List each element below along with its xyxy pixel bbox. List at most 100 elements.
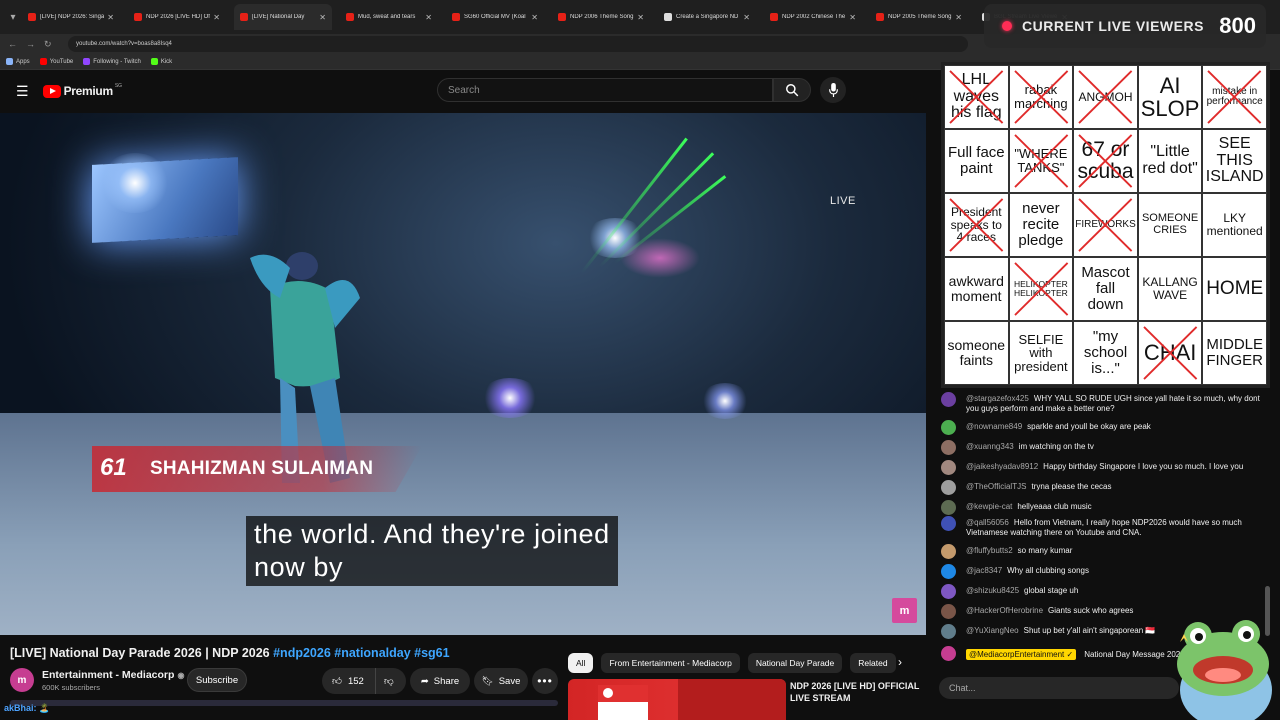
search-button[interactable] — [773, 78, 811, 102]
chat-avatar[interactable] — [941, 500, 956, 515]
pinned-avatar — [941, 646, 956, 661]
bingo-cell-text: awkward moment — [948, 273, 1004, 304]
chevron-right-icon[interactable]: › — [890, 652, 910, 672]
frog-mascot-overlay — [1177, 620, 1272, 720]
bingo-cell-text: LHL waves his flag — [950, 70, 1002, 122]
bookmark-item[interactable]: Following - Twitch — [83, 58, 141, 65]
chat-avatar[interactable] — [941, 460, 956, 475]
bookmark-label: Apps — [16, 58, 30, 65]
bookmark-icon — [150, 58, 158, 65]
close-tab-icon[interactable]: ✕ — [107, 13, 114, 22]
chat-message-text: im watching on the tv — [1018, 442, 1094, 451]
tab-title: [LIVE] National Day — [252, 14, 305, 20]
share-label: Share — [433, 675, 460, 687]
like-button[interactable]: 👍︎ 152 — [322, 668, 376, 694]
browser-tab[interactable]: NDP 2005 Theme Song ✕ — [870, 4, 968, 30]
youtube-favicon-icon — [558, 13, 566, 21]
chat-message-body: @jaikeshyadav8912 Happy birthday Singapor… — [966, 462, 1243, 475]
share-button[interactable]: ➦ Share — [410, 668, 470, 694]
bingo-cell: KALLANG WAVE — [1137, 257, 1203, 321]
thumbs-up-icon: 👍︎ — [332, 676, 342, 687]
close-tab-icon[interactable]: ✕ — [213, 13, 220, 22]
chat-author[interactable]: @shizuku8425 — [966, 586, 1019, 595]
chat-avatar[interactable] — [941, 516, 956, 531]
close-tab-icon[interactable]: ✕ — [955, 13, 962, 22]
recommendation-thumbnail[interactable] — [568, 679, 786, 720]
browser-tab[interactable]: SG60 Official MV (Koal ✕ — [446, 4, 544, 30]
back-icon[interactable]: ← — [8, 39, 26, 49]
filter-chip[interactable]: From Entertainment - Mediacorp — [601, 653, 740, 673]
subscribe-button[interactable]: Subscribe — [187, 668, 247, 692]
chat-author[interactable]: @qall56056 — [966, 518, 1009, 527]
filter-chip[interactable]: National Day Parade — [747, 653, 843, 673]
chat-author[interactable]: @jaikeshyadav8912 — [966, 462, 1038, 471]
chat-input[interactable]: Chat... — [939, 677, 1179, 699]
pinned-message[interactable]: @MediacorpEntertainment ✓ National Day M… — [941, 646, 1185, 661]
chat-avatar[interactable] — [941, 392, 956, 407]
chat-avatar[interactable] — [941, 420, 956, 435]
chat-avatar[interactable] — [941, 440, 956, 455]
search-input[interactable]: Search — [437, 78, 773, 102]
chat-avatar[interactable] — [941, 584, 956, 599]
channel-name[interactable]: Entertainment - Mediacorp ◉ — [42, 669, 184, 681]
chat-author[interactable]: @jac8347 — [966, 566, 1002, 575]
dislike-button[interactable]: 👎︎ — [376, 675, 394, 687]
chat-author[interactable]: @nowname849 — [966, 422, 1022, 431]
chat-author[interactable]: @HackerOfHerobrine — [966, 606, 1043, 615]
youtube-logo[interactable]: Premium SG — [42, 83, 122, 98]
reload-icon[interactable]: ↻ — [44, 39, 62, 50]
close-tab-icon[interactable]: ✕ — [425, 13, 432, 22]
tab-title: Create a Singapore ND — [676, 14, 739, 20]
microphone-icon — [828, 83, 838, 97]
channel-watermark[interactable]: m — [892, 598, 917, 623]
voice-search-button[interactable] — [820, 77, 846, 103]
recommendation-title[interactable]: NDP 2026 [LIVE HD] OFFICIAL LIVE STREAM — [790, 680, 930, 704]
close-tab-icon[interactable]: ✕ — [319, 13, 326, 22]
chat-avatar[interactable] — [941, 624, 956, 639]
chat-author[interactable]: @YuXiangNeo — [966, 626, 1019, 635]
live-indicator: LIVE — [830, 195, 856, 207]
forward-icon[interactable]: → — [26, 39, 44, 49]
url-field[interactable]: youtube.com/watch?v=boas8a8Isq4 — [68, 36, 968, 52]
thumbs-down-icon: 👎︎ — [384, 676, 394, 687]
browser-tab[interactable]: NDP 2026 [LIVE HD] Of ✕ — [128, 4, 226, 30]
browser-tab[interactable]: Create a Singapore ND ✕ — [658, 4, 756, 30]
browser-tab[interactable]: NDP 2006 Theme Song ✕ — [552, 4, 650, 30]
browser-tab[interactable]: [LIVE] NDP 2026: Singap ✕ — [22, 4, 120, 30]
chat-author[interactable]: @kewpie-cat — [966, 502, 1012, 511]
bingo-cell-text: SOMEONE CRIES — [1141, 212, 1199, 236]
close-tab-icon[interactable]: ✕ — [849, 13, 856, 22]
chat-author[interactable]: @stargazefox425 — [966, 394, 1029, 403]
bookmark-item[interactable]: YouTube — [39, 58, 73, 65]
more-actions-button[interactable]: ••• — [532, 668, 558, 694]
bookmark-item[interactable]: Kick — [150, 58, 172, 65]
chat-avatar[interactable] — [941, 544, 956, 559]
chat-message-text: Happy birthday Singapore I love you so m… — [1043, 462, 1244, 471]
close-tab-icon[interactable]: ✕ — [743, 13, 750, 22]
browser-tab[interactable]: [LIVE] National Day ✕ — [234, 4, 332, 30]
channel-avatar[interactable]: m — [10, 668, 34, 692]
chat-author[interactable]: @TheOfficialTJS — [966, 482, 1026, 491]
browser-tab[interactable]: Mud, sweat and tears ✕ — [340, 4, 438, 30]
chat-avatar[interactable] — [941, 604, 956, 619]
browser-tab[interactable]: NDP 2002 Chinese The ✕ — [764, 4, 862, 30]
tab-search-icon[interactable]: ▾ — [4, 12, 22, 23]
chat-message: @xuanng343 im watching on the tv — [941, 440, 1261, 455]
menu-icon[interactable]: ☰ — [16, 83, 29, 100]
video-player[interactable]: LIVE 61 SHAHIZMAN SULAIMAN the world. An… — [0, 113, 926, 635]
bookmark-icon — [83, 58, 91, 65]
chat-avatar[interactable] — [941, 480, 956, 495]
comment-strip — [0, 700, 560, 720]
filter-chip[interactable]: Related — [850, 653, 896, 673]
video-hashtags[interactable]: #ndp2026 #nationalday #sg61 — [273, 646, 449, 660]
chat-message-text: so many kumar — [1017, 546, 1073, 555]
chat-author[interactable]: @fluffybutts2 — [966, 546, 1013, 555]
filter-chip[interactable]: All — [568, 653, 594, 673]
close-tab-icon[interactable]: ✕ — [637, 13, 644, 22]
save-button[interactable]: 🔖︎ Save — [474, 668, 528, 694]
bookmark-item[interactable]: Apps — [6, 58, 30, 65]
close-tab-icon[interactable]: ✕ — [531, 13, 538, 22]
chat-avatar[interactable] — [941, 564, 956, 579]
chat-author[interactable]: @xuanng343 — [966, 442, 1014, 451]
bingo-board: LHL waves his flag rabak marching ANGMOH AI… — [941, 62, 1270, 388]
